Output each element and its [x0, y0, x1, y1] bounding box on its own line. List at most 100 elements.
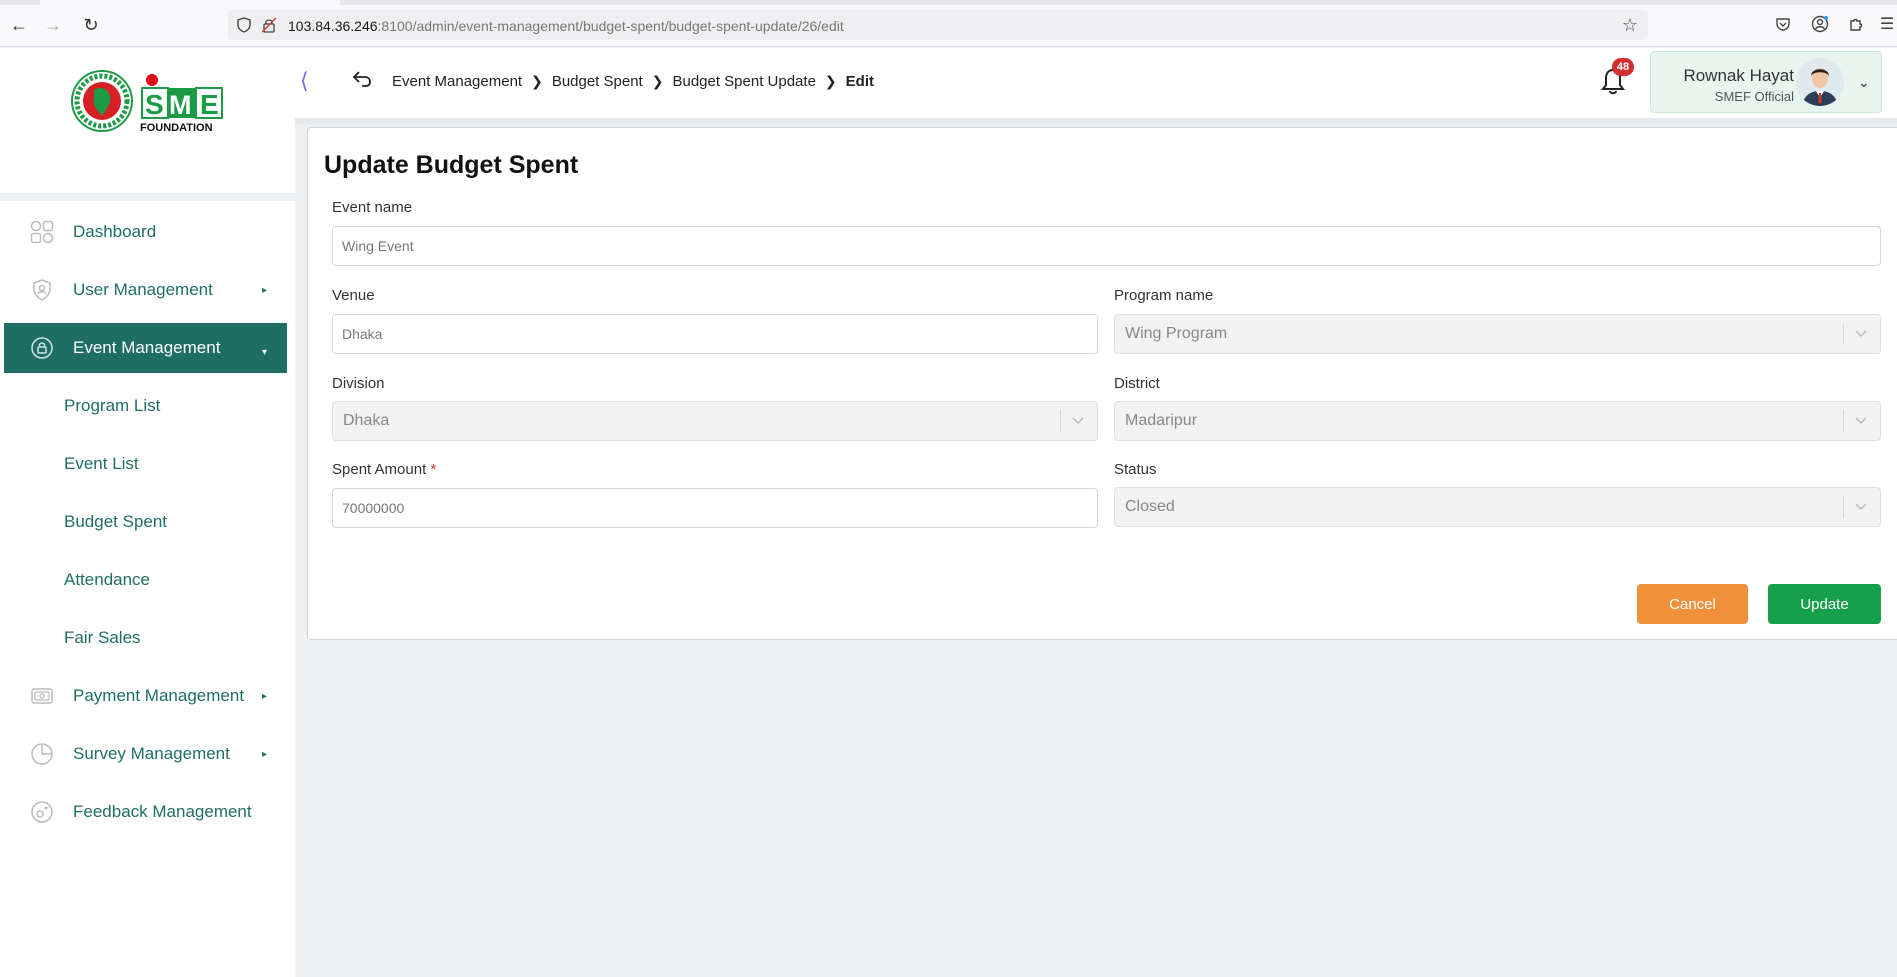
chevron-right-icon: ▸: [261, 749, 267, 760]
dashboard-grid-icon: [29, 219, 55, 245]
sme-foundation-logo: S M E FOUNDATION: [71, 70, 223, 134]
sidebar: S M E FOUNDATION Dashboard User Manageme…: [0, 48, 295, 977]
shield-user-icon: [29, 277, 55, 303]
pocket-icon[interactable]: [1772, 13, 1794, 35]
svg-text:E: E: [200, 89, 219, 120]
select-divider: [1843, 323, 1844, 345]
division-value: Dhaka: [343, 412, 390, 429]
back-arrow-icon[interactable]: ←: [8, 14, 30, 36]
extensions-puzzle-icon[interactable]: [1845, 13, 1867, 35]
sidebar-subitem-fair-sales[interactable]: Fair Sales: [4, 609, 287, 667]
chevron-right-icon: ❯: [824, 73, 837, 89]
sidebar-subitem-program-list[interactable]: Program List: [4, 377, 287, 435]
sidebar-subitem-event-list[interactable]: Event List: [4, 435, 287, 493]
user-profile-menu[interactable]: Rownak Hayat SMEF Official ⌄: [1650, 51, 1882, 113]
sidebar-item-label: Event Management: [73, 338, 221, 357]
required-marker: *: [430, 461, 437, 478]
program-name-label: Program name: [1114, 287, 1214, 304]
feedback-icon: [29, 799, 55, 825]
breadcrumb: Event Management ❯ Budget Spent ❯ Budget…: [392, 73, 874, 90]
sidebar-item-label: User Management: [73, 280, 213, 299]
spent-amount-field[interactable]: 70000000: [332, 488, 1098, 528]
sidebar-item-label: Feedback Management: [73, 802, 252, 821]
update-button[interactable]: Update: [1768, 584, 1881, 624]
sidebar-subitem-budget-spent[interactable]: Budget Spent: [4, 493, 287, 551]
chevron-down-icon: ▾: [261, 347, 267, 358]
sidebar-item-dashboard[interactable]: Dashboard: [4, 203, 287, 261]
event-name-value: Wing Event: [342, 238, 414, 254]
sidebar-item-label: Dashboard: [73, 222, 157, 241]
division-select[interactable]: Dhaka: [332, 401, 1098, 441]
cash-icon: [29, 683, 55, 709]
chevron-right-icon: ▸: [261, 691, 267, 702]
venue-label: Venue: [332, 287, 375, 304]
event-name-label: Event name: [332, 199, 413, 216]
breadcrumb-item[interactable]: Budget Spent Update: [672, 73, 815, 90]
sidebar-collapse-icon[interactable]: ⟨: [300, 68, 309, 94]
page-title: Update Budget Spent: [324, 151, 579, 179]
chevron-down-icon: [1072, 417, 1084, 425]
sidebar-subitem-attendance[interactable]: Attendance: [4, 551, 287, 609]
cancel-button[interactable]: Cancel: [1637, 584, 1748, 624]
pie-chart-icon: [29, 741, 55, 767]
spent-amount-label: Spent Amount *: [332, 461, 436, 478]
sidebar-menu: Dashboard User Management ▸ Event Manage…: [4, 203, 287, 841]
url-text: 103.84.36.246:8100/admin/event-managemen…: [288, 18, 844, 34]
status-select[interactable]: Closed: [1114, 487, 1881, 527]
shield-icon[interactable]: [236, 17, 252, 33]
submenu-label: Fair Sales: [64, 628, 141, 647]
account-icon[interactable]: [1809, 13, 1831, 35]
sidebar-item-payment-management[interactable]: Payment Management ▸: [4, 667, 287, 725]
lock-warning-icon[interactable]: [262, 17, 276, 33]
submenu-label: Program List: [64, 396, 161, 415]
address-bar[interactable]: 103.84.36.246:8100/admin/event-managemen…: [228, 10, 1648, 40]
reload-icon[interactable]: ↻: [80, 14, 102, 36]
status-value: Closed: [1125, 498, 1175, 515]
sidebar-item-label: Payment Management: [73, 686, 245, 705]
sidebar-item-event-management[interactable]: Event Management ▾: [4, 323, 287, 373]
chevron-right-icon: ❯: [531, 73, 543, 89]
chevron-down-icon: [1855, 503, 1867, 511]
active-tab[interactable]: [40, 0, 340, 5]
top-header: ⟨ Event Management ❯ Budget Spent ❯ Budg…: [295, 48, 1897, 118]
tab-strip: [0, 0, 1897, 5]
sidebar-item-label: Survey Management: [73, 744, 230, 763]
district-select[interactable]: Madaripur: [1114, 401, 1881, 441]
event-name-field[interactable]: Wing Event: [332, 226, 1881, 266]
chevron-down-icon: [1855, 330, 1867, 338]
program-name-select[interactable]: Wing Program: [1114, 314, 1881, 354]
chevron-down-icon: [1855, 417, 1867, 425]
chevron-right-icon: ▸: [261, 285, 267, 296]
svg-text:FOUNDATION: FOUNDATION: [140, 122, 213, 134]
sidebar-item-feedback-management[interactable]: Feedback Management: [4, 783, 287, 841]
lock-circle-icon: [29, 335, 55, 361]
breadcrumb-item[interactable]: Budget Spent: [552, 73, 643, 90]
undo-back-icon[interactable]: [350, 66, 374, 90]
user-role: SMEF Official: [1714, 89, 1794, 104]
sidebar-item-user-management[interactable]: User Management ▸: [4, 261, 287, 319]
program-name-value: Wing Program: [1125, 325, 1228, 342]
submenu-label: Budget Spent: [64, 512, 168, 531]
forward-arrow-icon[interactable]: →: [42, 14, 64, 36]
venue-value: Dhaka: [342, 326, 383, 342]
select-divider: [1843, 410, 1844, 432]
select-divider: [1843, 496, 1844, 518]
breadcrumb-item[interactable]: Event Management: [392, 73, 522, 90]
notification-badge: 48: [1612, 58, 1634, 76]
venue-field[interactable]: Dhaka: [332, 314, 1098, 354]
bookmark-star-icon[interactable]: ☆: [1622, 15, 1638, 36]
division-label: Division: [332, 375, 385, 392]
district-value: Madaripur: [1125, 412, 1198, 429]
submenu-label: Attendance: [64, 570, 151, 589]
header-divider: [295, 118, 1897, 124]
svg-text:S: S: [145, 89, 164, 120]
status-label: Status: [1114, 461, 1157, 478]
chevron-down-icon[interactable]: ⌄: [1858, 74, 1870, 91]
chevron-right-icon: ❯: [651, 73, 664, 89]
avatar: [1796, 58, 1844, 106]
update-budget-form-card: Update Budget Spent Event name Wing Even…: [307, 127, 1897, 640]
sidebar-divider: [0, 193, 295, 201]
browser-toolbar: ← → ↻ 103.84.36.246:8100/admin/event-man…: [0, 0, 1897, 47]
menu-hamburger-icon[interactable]: ☰: [1876, 13, 1897, 35]
sidebar-item-survey-management[interactable]: Survey Management ▸: [4, 725, 287, 783]
